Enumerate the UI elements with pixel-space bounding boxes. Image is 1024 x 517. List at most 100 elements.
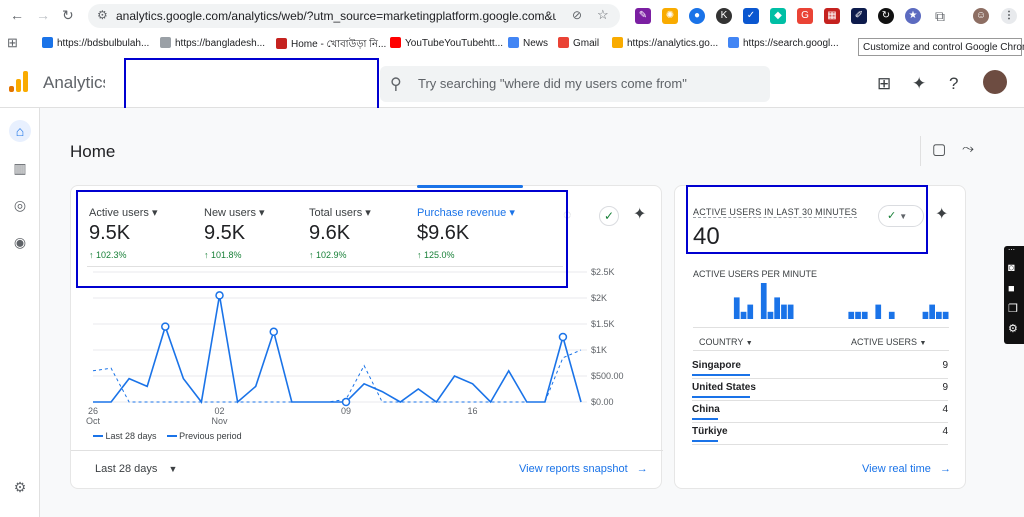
apps-grid-icon[interactable]: ⊞	[7, 35, 18, 51]
bookmark-favicon-icon	[160, 37, 171, 48]
bookmark-favicon-icon	[558, 37, 569, 48]
insights-icon[interactable]: ⤳	[962, 140, 974, 157]
country-share-bar	[692, 440, 718, 442]
realtime-sparkle-icon[interactable]: ✦	[935, 204, 948, 224]
search-placeholder: Try searching "where did my users come f…	[418, 76, 687, 91]
home-icon[interactable]: ⌂	[9, 120, 31, 142]
reload-icon[interactable]: ↻	[62, 7, 74, 24]
date-range-selector[interactable]: Last 28 days ▼	[95, 463, 177, 475]
bookmark-item[interactable]: https://bdsbulbulah...	[42, 37, 149, 49]
row-divider	[692, 422, 948, 423]
extension-sync-icon[interactable]: ↻	[878, 8, 894, 24]
bookmark-item[interactable]: News	[508, 37, 548, 49]
app-header: Analytics ⚲ Try searching "where did my …	[0, 58, 1024, 111]
country-row[interactable]: Singapore 9	[692, 360, 948, 379]
bookmark-item[interactable]: https://search.googl...	[728, 37, 839, 49]
extension-g-icon[interactable]: G	[797, 8, 813, 24]
extension-gear-icon[interactable]: ✺	[662, 8, 678, 24]
users-column-header[interactable]: ACTIVE USERS ▼	[851, 337, 926, 347]
url-text: analytics.google.com/analytics/web/?utm_…	[116, 9, 556, 23]
site-info-icon[interactable]: ⚙	[97, 8, 108, 22]
toolbar-dots-icon[interactable]: ⋯	[1008, 246, 1015, 254]
profile-avatar-icon[interactable]: ☺	[973, 8, 989, 24]
legend-previous: Previous period	[179, 431, 242, 441]
x-tick-label: 09	[334, 406, 358, 416]
search-bar[interactable]: ⚲ Try searching "where did my users come…	[380, 66, 770, 102]
country-column-header[interactable]: COUNTRY ▼	[699, 337, 753, 347]
extension-k-icon[interactable]: K	[716, 8, 732, 24]
view-reports-snapshot-link[interactable]: View reports snapshot →	[519, 463, 648, 475]
country-row[interactable]: United States 9	[692, 382, 948, 401]
country-users: 4	[942, 404, 948, 415]
data-point-marker[interactable]	[161, 322, 170, 331]
per-minute-label: ACTIVE USERS PER MINUTE	[693, 269, 818, 279]
country-row[interactable]: China 4	[692, 404, 948, 423]
account-avatar[interactable]	[983, 70, 1007, 94]
product-name: Analytics	[43, 73, 112, 92]
back-icon[interactable]: ←	[10, 7, 24, 23]
country-row[interactable]: Türkiye 4	[692, 426, 948, 445]
eye-off-icon[interactable]: ⊘	[572, 8, 582, 22]
bookmark-item[interactable]: Gmail	[558, 37, 599, 49]
sparkle-icon[interactable]: ✦	[912, 74, 926, 94]
check-icon[interactable]: ✓	[599, 206, 619, 226]
row-divider	[692, 378, 948, 379]
bookmark-label: Gmail	[573, 38, 600, 49]
camera-icon[interactable]: ◙	[1008, 262, 1015, 274]
minute-bar	[888, 311, 895, 319]
minute-bar	[787, 304, 794, 319]
notes-icon[interactable]: ▢	[932, 140, 946, 158]
data-point-marker[interactable]	[558, 332, 568, 342]
view-real-time-link[interactable]: View real time →	[862, 463, 951, 475]
date-range-label: Last 28 days	[95, 463, 158, 475]
copy-icon[interactable]: ❐	[1008, 302, 1018, 315]
chrome-menu-icon[interactable]: ⋮	[1001, 8, 1017, 24]
forward-icon[interactable]: →	[36, 7, 50, 23]
bookmark-item[interactable]: YouTubeYouTubehtt...	[390, 37, 503, 49]
data-point-marker[interactable]	[215, 291, 224, 300]
bars-divider	[693, 327, 949, 328]
bookmark-star-icon[interactable]: ☆	[597, 7, 609, 23]
selected-tab-indicator	[417, 185, 523, 188]
data-point-marker[interactable]	[341, 397, 351, 407]
left-nav-rail: ⌂ ▥ ◎ ◉ ⚙	[0, 108, 40, 517]
extensions-puzzle-icon[interactable]: ⧉	[932, 8, 948, 24]
extension-badge-icon[interactable]: ★	[905, 8, 921, 24]
settings-gear-icon[interactable]: ⚙	[9, 476, 31, 498]
country-share-bar	[692, 396, 750, 398]
extension-circle-icon[interactable]: ●	[689, 8, 705, 24]
video-icon[interactable]: ■	[1008, 283, 1015, 295]
minute-bar	[767, 311, 774, 319]
search-icon: ⚲	[390, 76, 402, 93]
x-tick-day: 09	[341, 406, 352, 416]
chart-svg	[92, 271, 587, 407]
legend-solid-swatch	[93, 435, 103, 437]
address-bar[interactable]: ⚙ analytics.google.com/analytics/web/?ut…	[88, 4, 620, 28]
country-name: Türkiye	[692, 426, 728, 437]
x-tick-label: 02 Nov	[208, 406, 232, 426]
extension-check-icon[interactable]: ✓	[743, 8, 759, 24]
bookmark-label: https://analytics.go...	[627, 38, 719, 49]
sparkle-insights-icon[interactable]: ✦	[633, 204, 646, 224]
explore-icon[interactable]: ◎	[9, 194, 31, 216]
apps-icon[interactable]: ⊞	[877, 74, 891, 94]
help-icon[interactable]: ?	[949, 74, 958, 94]
extension-diamond-icon[interactable]: ◆	[770, 8, 786, 24]
extension-feather-icon[interactable]: ✎	[635, 8, 651, 24]
extension-pen-icon[interactable]: ✐	[851, 8, 867, 24]
y-tick-label: $500.00	[591, 371, 624, 381]
data-point-marker[interactable]	[269, 327, 278, 337]
page-title: Home	[70, 142, 116, 161]
bookmark-item[interactable]: Home - খোবাউড়া নি...	[276, 37, 386, 54]
toolbar-settings-icon[interactable]: ⚙	[1008, 322, 1018, 335]
caret-down-icon: ▼	[168, 464, 178, 474]
bookmark-item[interactable]: https://analytics.go...	[612, 37, 718, 49]
advertising-icon[interactable]: ◉	[9, 231, 31, 253]
country-share-bar	[692, 374, 750, 376]
extension-grid-icon[interactable]: ▦	[824, 8, 840, 24]
reports-icon[interactable]: ▥	[9, 157, 31, 179]
bookmark-item[interactable]: https://bangladesh...	[160, 37, 265, 49]
minute-bar	[942, 311, 949, 319]
floating-capture-toolbar: ⋯ ◙ ■ ❐ ⚙	[1004, 246, 1024, 344]
series-current-line	[93, 295, 582, 404]
